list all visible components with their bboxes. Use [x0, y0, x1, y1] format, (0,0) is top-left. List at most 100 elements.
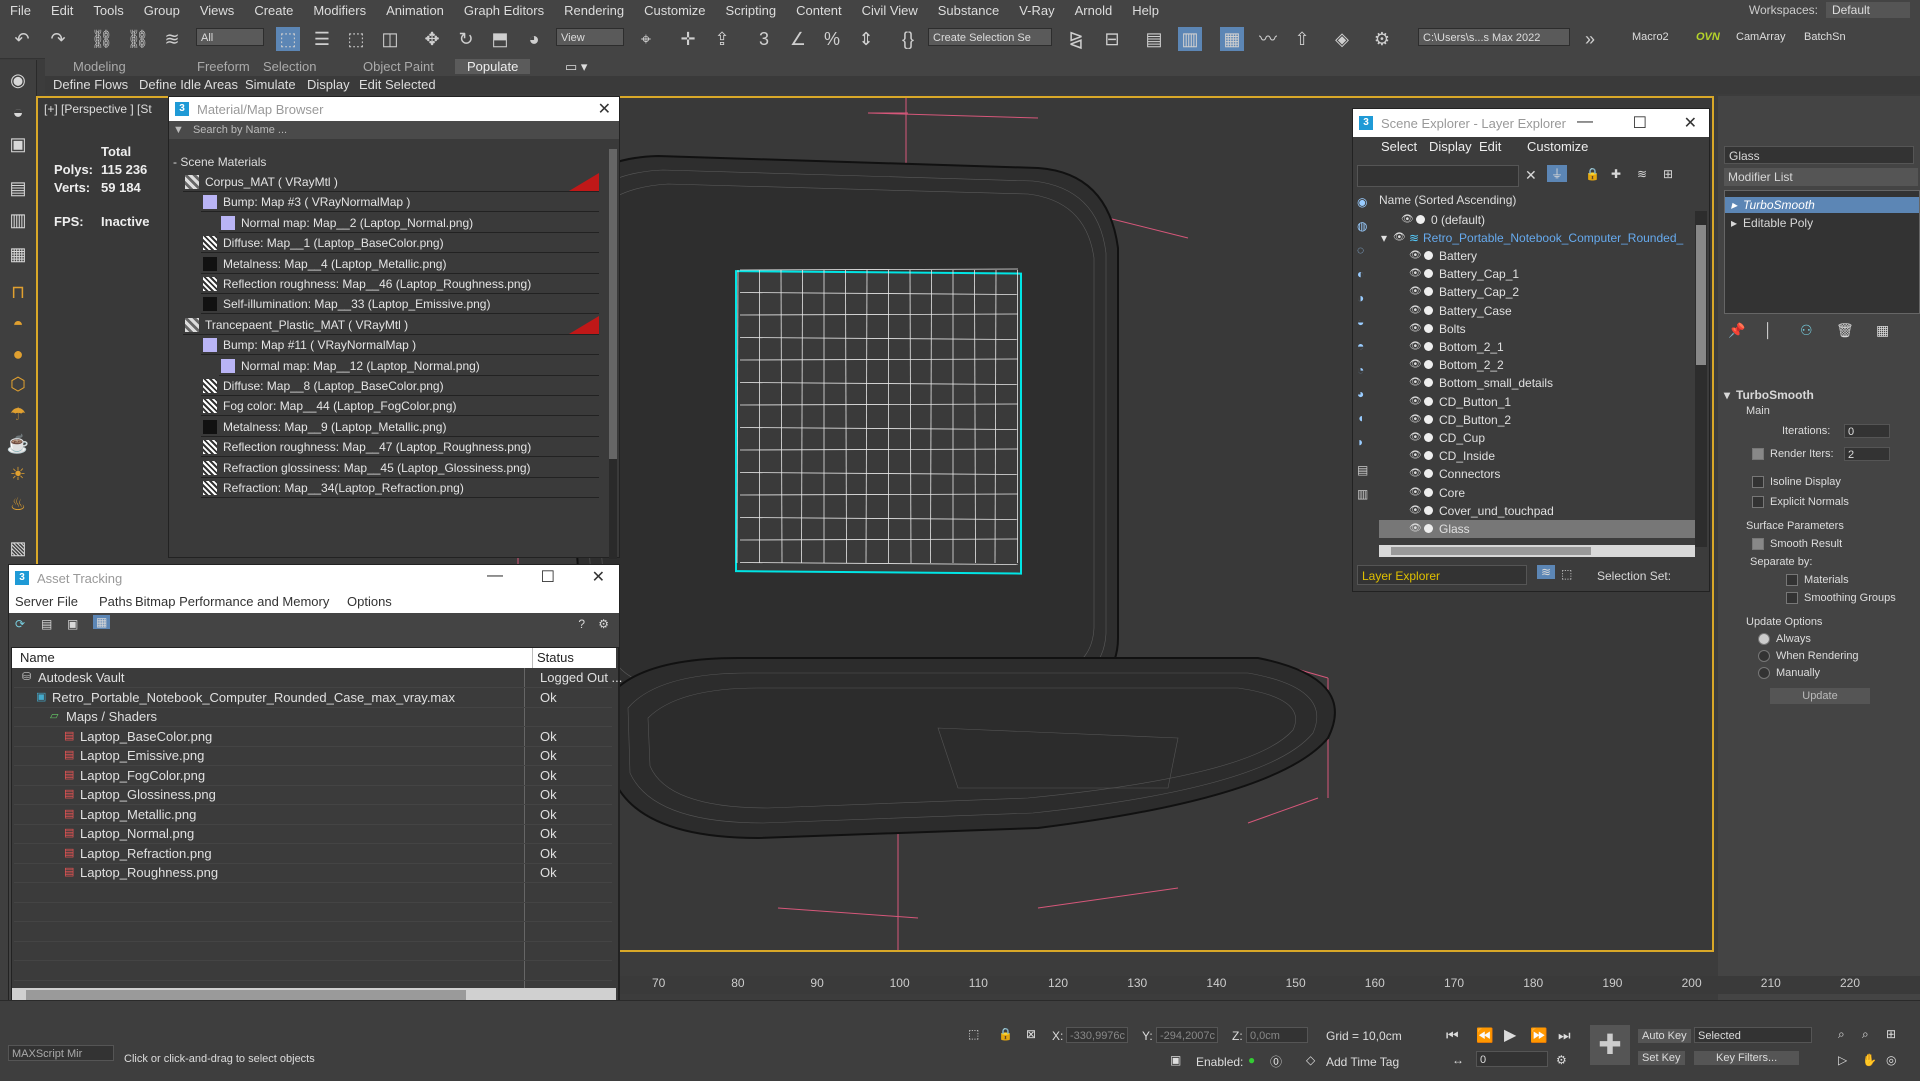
selection-icon[interactable]: ⬚: [1561, 567, 1572, 581]
selection-filter-dropdown[interactable]: All: [196, 28, 264, 46]
select-object-icon[interactable]: ⬚: [276, 27, 300, 51]
map-row[interactable]: Normal map: Map__2 (Laptop_Normal.png): [219, 213, 599, 233]
manually-radio[interactable]: Manually: [1758, 667, 1820, 680]
search-input[interactable]: Search by Name ...: [193, 124, 287, 136]
freeze-dot-icon[interactable]: [1424, 269, 1433, 279]
display-influences-icon[interactable]: ▥: [1357, 487, 1368, 501]
update-button[interactable]: Update: [1770, 688, 1870, 704]
explorer-menu-display[interactable]: Display: [1429, 139, 1472, 154]
freeze-dot-icon[interactable]: [1424, 487, 1433, 497]
visibility-eye-icon[interactable]: 👁: [1409, 374, 1422, 392]
set-key-big-icon[interactable]: ✚: [1590, 1025, 1630, 1065]
scene-object-row[interactable]: 👁 CD_Button_1: [1379, 393, 1695, 411]
lock-icon[interactable]: 🔒: [1585, 167, 1600, 181]
key-set-dropdown[interactable]: Selected: [1694, 1027, 1812, 1043]
unlink-icon[interactable]: ⛓: [126, 27, 150, 51]
menu-tools[interactable]: Tools: [83, 3, 133, 18]
tab-populate[interactable]: Populate: [455, 59, 531, 74]
teapot-icon[interactable]: ☕: [6, 432, 30, 456]
table-row[interactable]: ▤ Laptop_Metallic.png Ok: [14, 805, 612, 825]
render-iters-spinner[interactable]: 2: [1844, 447, 1890, 461]
table-row[interactable]: ▤ Laptop_Normal.png Ok: [14, 824, 612, 844]
named-selection-dropdown[interactable]: Create Selection Se: [928, 28, 1052, 46]
clear-search-icon[interactable]: ✕: [1525, 167, 1537, 184]
adaptive-degradation-icon[interactable]: ▣: [1170, 1053, 1181, 1067]
menu-substance[interactable]: Substance: [928, 3, 1009, 18]
zero-button-icon[interactable]: ⓪: [1270, 1053, 1282, 1070]
play-icon[interactable]: ▶: [1504, 1025, 1516, 1045]
render-iters-checkbox[interactable]: [1752, 448, 1764, 461]
maximize-icon[interactable]: ☐: [1633, 113, 1647, 133]
tab-freeform[interactable]: Freeform: [197, 59, 250, 74]
zoom-extents-icon[interactable]: ⊞: [1886, 1027, 1896, 1041]
isoline-display-checkbox[interactable]: Isoline Display: [1752, 476, 1841, 489]
filter-icon[interactable]: ⏚: [1547, 165, 1568, 182]
help-icon[interactable]: ?: [578, 617, 585, 631]
map-row[interactable]: Fog color: Map__44 (Laptop_FogColor.png): [201, 397, 599, 417]
goto-start-icon[interactable]: ⏮: [1446, 1027, 1459, 1044]
keyboard-shortcut-icon[interactable]: ⇪: [710, 27, 734, 51]
table-row[interactable]: ▤ Laptop_BaseColor.png Ok: [14, 727, 612, 747]
menu-scripting[interactable]: Scripting: [716, 3, 787, 18]
render-icon[interactable]: ◒: [6, 100, 30, 124]
hex-icon[interactable]: ⬡: [6, 372, 30, 396]
menu-animation[interactable]: Animation: [376, 3, 454, 18]
maximize-icon[interactable]: ☐: [541, 567, 555, 587]
close-icon[interactable]: ✕: [592, 567, 605, 587]
menu-v-ray[interactable]: V-Ray: [1009, 3, 1064, 18]
more-icon[interactable]: »: [1578, 27, 1602, 51]
scene-object-row[interactable]: 👁 Cover_und_touchpad: [1379, 502, 1695, 520]
freeze-dot-icon[interactable]: [1424, 414, 1433, 424]
fov-icon[interactable]: ▷: [1838, 1053, 1847, 1067]
freeze-dot-icon[interactable]: [1424, 342, 1433, 351]
y-coord-field[interactable]: -294,2007c: [1156, 1027, 1218, 1043]
table-row[interactable]: ▣ Retro_Portable_Notebook_Computer_Rounde…: [14, 688, 612, 708]
add-time-tag[interactable]: Add Time Tag: [1326, 1055, 1399, 1069]
display-none-icon[interactable]: ◉: [1357, 195, 1367, 209]
pivot-icon[interactable]: ⌖: [634, 27, 658, 51]
map-row[interactable]: Reflection roughness: Map__46 (Laptop_Ro…: [201, 275, 599, 294]
pin-stack-icon[interactable]: 📌: [1728, 322, 1745, 339]
absolute-mode-icon[interactable]: ⊠: [1026, 1027, 1036, 1041]
display-shapes-icon[interactable]: ◌: [1357, 243, 1364, 257]
show-end-result-icon[interactable]: │: [1764, 322, 1773, 338]
window-crossing-icon[interactable]: ◫: [378, 27, 402, 51]
visibility-eye-icon[interactable]: 👁: [1409, 320, 1422, 338]
freeze-dot-icon[interactable]: [1416, 215, 1425, 224]
scene-object-row[interactable]: 👁 Bottom_2_1: [1379, 338, 1695, 356]
timeline[interactable]: 70 80 90 100 110 120 130 140 150 160 170 180 190 200 2…: [620, 976, 1920, 994]
stack-turbosmooth[interactable]: ▸ TurboSmooth: [1725, 197, 1919, 213]
visibility-eye-icon[interactable]: 👁: [1409, 283, 1422, 301]
map-row[interactable]: Reflection roughness: Map__47 (Laptop_Ro…: [201, 438, 599, 458]
layers-icon[interactable]: ▥: [6, 208, 30, 232]
asset-menu-paths[interactable]: Paths: [99, 591, 132, 613]
menu-graph-editors[interactable]: Graph Editors: [454, 3, 554, 18]
display-bones-icon[interactable]: ◖: [1357, 411, 1364, 425]
display-all-icon[interactable]: ◗: [1357, 435, 1364, 449]
map-row[interactable]: Bump: Map #3 ( VRayNormalMap ): [201, 193, 599, 213]
menu-file[interactable]: File: [0, 3, 41, 18]
map-row[interactable]: Self-illumination: Map__33 (Laptop_Emiss…: [201, 295, 599, 315]
schematic-view-icon[interactable]: ⇧: [1290, 27, 1314, 51]
menu-modifiers[interactable]: Modifiers: [303, 3, 376, 18]
asset-menu-bitmap-performance-and-memory[interactable]: Bitmap Performance and Memory: [135, 591, 329, 613]
layer-default[interactable]: 👁 0 (default): [1379, 211, 1695, 229]
freeze-dot-icon[interactable]: [1424, 433, 1433, 442]
hierarchy-icon[interactable]: ⊞: [1663, 167, 1673, 181]
macro2-button[interactable]: Macro2: [1632, 31, 1669, 43]
smoothing-groups-checkbox[interactable]: Smoothing Groups: [1786, 592, 1896, 605]
scene-object-row[interactable]: 👁 Bottom_small_details: [1379, 374, 1695, 392]
freeze-dot-icon[interactable]: [1424, 287, 1433, 297]
freeze-dot-icon[interactable]: [1424, 451, 1433, 461]
list-icon[interactable]: ▤: [41, 617, 52, 631]
display-spacewarps-icon[interactable]: ◓: [1357, 339, 1364, 353]
mirror-icon[interactable]: ⧎: [1064, 27, 1088, 51]
explorer-type-dropdown[interactable]: Layer Explorer: [1357, 565, 1527, 585]
smooth-result-checkbox[interactable]: Smooth Result: [1752, 538, 1842, 551]
render-setup-icon[interactable]: ⚙: [1370, 27, 1394, 51]
x-coord-field[interactable]: -330,9976c: [1066, 1027, 1128, 1043]
menu-civil-view[interactable]: Civil View: [852, 3, 928, 18]
menu-rendering[interactable]: Rendering: [554, 3, 634, 18]
helmet-icon[interactable]: ◓: [6, 312, 30, 336]
col-status[interactable]: Status: [532, 648, 574, 668]
